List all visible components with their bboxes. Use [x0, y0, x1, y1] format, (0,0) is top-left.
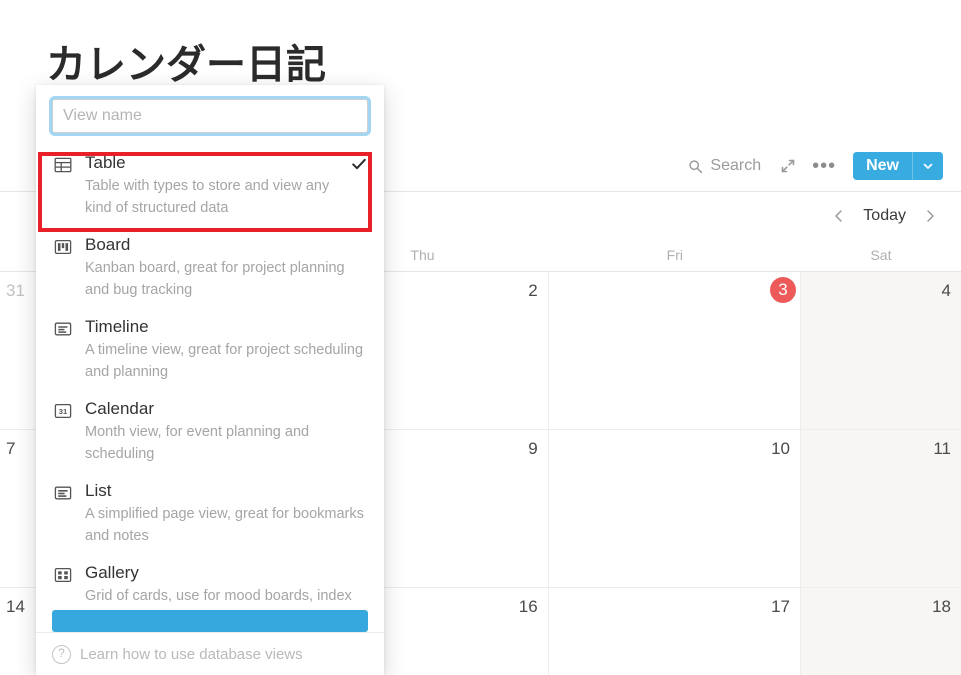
calendar-day-cell[interactable]: 10	[548, 430, 801, 587]
view-name-field-wrap	[36, 85, 384, 143]
new-button-group: New	[853, 152, 943, 180]
calendar-day-number: 4	[941, 281, 951, 300]
calendar-day-number: 16	[518, 597, 538, 616]
calendar-day-cell[interactable]: 3	[548, 272, 801, 429]
app-root: カレンダー日記 Search ••• New Today Thu Fri Sat…	[0, 0, 961, 675]
chevron-right-icon	[923, 209, 937, 223]
view-type-option-text: List A simplified page view, great for bo…	[85, 480, 368, 547]
new-button[interactable]: New	[853, 152, 912, 180]
calendar-day-number: 9	[528, 439, 538, 458]
search-label: Search	[710, 157, 762, 174]
view-type-option-description: Month view, for event planning and sched…	[85, 424, 310, 462]
question-circle-icon: ?	[52, 644, 71, 664]
calendar-day-number: 2	[528, 281, 538, 300]
calendar-31-icon: 31	[52, 400, 74, 422]
view-type-option-calendar[interactable]: 31 Calendar Month view, for event planning…	[36, 391, 384, 473]
calendar-day-number: 17	[771, 597, 790, 616]
calendar-day-number: 14	[6, 597, 25, 616]
view-type-option-text: Table Table with types to store and view …	[85, 152, 342, 219]
calendar-day-cell[interactable]: 11	[800, 430, 961, 587]
view-type-option-description: Grid of cards, use for mood boards, inde…	[85, 588, 352, 604]
toolbar-actions: Search ••• New	[682, 140, 943, 192]
expand-diagonal-icon[interactable]	[773, 151, 803, 181]
gallery-icon	[52, 564, 74, 586]
board-icon	[52, 236, 74, 258]
chevron-left-icon	[832, 209, 846, 223]
calendar-navigation: Today	[826, 203, 943, 229]
view-type-option-title: Timeline	[85, 317, 149, 336]
view-type-option-title: Calendar	[85, 399, 154, 418]
day-of-week-sat: Sat	[870, 247, 892, 263]
calendar-day-number: 7	[6, 439, 16, 458]
view-type-option-table[interactable]: Table Table with types to store and view …	[36, 145, 384, 227]
ellipsis-icon[interactable]: •••	[809, 151, 839, 181]
chevron-down-icon	[922, 160, 934, 172]
view-type-option-timeline[interactable]: Timeline A timeline view, great for proje…	[36, 309, 384, 391]
calendar-day-cell[interactable]: 4	[800, 272, 961, 429]
create-view-button-wrap	[36, 610, 384, 632]
view-type-option-description: Table with types to store and view any k…	[85, 178, 330, 216]
create-view-button[interactable]	[52, 610, 368, 632]
view-type-dropdown: Table Table with types to store and view …	[36, 85, 384, 675]
page-title: カレンダー日記	[46, 43, 326, 87]
calendar-day-cell[interactable]: 18	[800, 588, 961, 675]
calendar-day-number-today: 3	[769, 277, 796, 303]
view-type-option-text: Calendar Month view, for event planning a…	[85, 398, 368, 465]
search-icon	[688, 159, 703, 174]
view-type-option-description: A timeline view, great for project sched…	[85, 342, 364, 380]
calendar-day-cell[interactable]: 17	[548, 588, 801, 675]
view-type-option-title: Table	[85, 153, 126, 172]
learn-database-views-link[interactable]: ? Learn how to use database views	[36, 632, 384, 675]
view-type-option-title: Board	[85, 235, 131, 254]
list-icon	[52, 482, 74, 504]
view-type-option-board[interactable]: Board Kanban board, great for project pla…	[36, 227, 384, 309]
svg-text:31: 31	[59, 407, 68, 416]
view-type-option-text: Gallery Grid of cards, use for mood board…	[85, 562, 368, 610]
calendar-day-number: 11	[933, 439, 951, 458]
table-icon	[52, 154, 74, 176]
view-type-option-text: Board Kanban board, great for project pla…	[85, 234, 368, 301]
new-dropdown-caret[interactable]	[912, 152, 943, 180]
next-month-button[interactable]	[917, 203, 943, 229]
learn-label: Learn how to use database views	[80, 645, 303, 663]
view-type-option-description: A simplified page view, great for bookma…	[85, 506, 364, 544]
view-type-option-description: Kanban board, great for project planning…	[85, 260, 345, 298]
view-type-option-title: Gallery	[85, 563, 139, 582]
timeline-icon	[52, 318, 74, 340]
view-name-input[interactable]	[52, 99, 368, 133]
check-icon	[350, 155, 368, 178]
view-type-option-list[interactable]: List A simplified page view, great for bo…	[36, 473, 384, 555]
previous-month-button[interactable]	[826, 203, 852, 229]
calendar-day-number: 18	[932, 597, 951, 616]
search-button[interactable]: Search	[682, 153, 767, 179]
ellipsis-glyph: •••	[812, 155, 837, 177]
day-of-week-fri: Fri	[666, 247, 683, 263]
calendar-day-number: 10	[771, 439, 790, 458]
today-button[interactable]: Today	[854, 205, 915, 227]
view-type-option-gallery[interactable]: Gallery Grid of cards, use for mood board…	[36, 555, 384, 610]
view-type-option-title: List	[85, 481, 112, 500]
calendar-day-number: 31	[6, 281, 25, 300]
view-type-option-text: Timeline A timeline view, great for proje…	[85, 316, 368, 383]
view-type-list: Table Table with types to store and view …	[36, 143, 384, 610]
